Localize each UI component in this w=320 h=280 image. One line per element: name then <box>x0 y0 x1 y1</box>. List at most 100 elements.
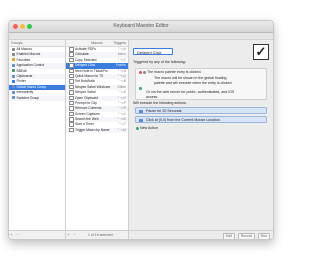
add-group-button[interactable]: + <box>9 231 14 239</box>
add-macro-button[interactable]: + <box>66 231 71 239</box>
group-label: Global Macro Group <box>16 84 47 89</box>
group-label: Switcher Group <box>16 95 40 100</box>
trigger-gear-icon[interactable] <box>143 70 146 74</box>
macro-label: New Note in TkaskPro <box>75 68 108 73</box>
add-trigger-icon[interactable] <box>139 86 142 90</box>
triggered-by-label: Triggered by any of the following: <box>133 60 186 64</box>
macro-label: Copy Selected <box>75 57 97 62</box>
macros-pane: Macros Triggers Activate PDFs ⌃⌥A Calculat… <box>66 40 129 239</box>
new-action-icon <box>136 126 139 130</box>
palette-trigger: The macro palette entry is clicked. The … <box>135 68 267 100</box>
toolbar <box>9 33 273 40</box>
group-label: Finder <box>16 79 26 84</box>
groups-list: All Macros Enabled Macros Favorites Applica… <box>9 47 65 101</box>
new-action-row[interactable]: New Action <box>136 126 269 131</box>
remove-macro-button[interactable]: − <box>72 231 77 239</box>
folder-icon <box>12 85 15 89</box>
group-label: Favorites <box>16 57 31 62</box>
macro-label: Nespex Safari <box>75 90 96 95</box>
folder-icon <box>12 58 15 62</box>
macro-label: Trigger Macro by Name <box>75 127 110 132</box>
macro-enable-checkbox[interactable]: ✓ <box>253 44 269 60</box>
trigger-detail-2: palette and will execute when the entry … <box>154 80 233 85</box>
group-label: Application Control <box>16 63 45 68</box>
folder-icon <box>12 53 15 57</box>
editor-window: Keyboard Maestro Editor Groups All Macro… <box>8 20 274 240</box>
click-action-icon <box>139 118 143 122</box>
folder-icon <box>12 63 15 67</box>
macro-enabled-checkbox[interactable] <box>69 117 74 122</box>
group-label: BBEdit <box>16 68 27 73</box>
trigger-summary: The macro palette entry is clicked. <box>139 70 262 75</box>
folder-icon <box>12 47 15 51</box>
trigger-line: The macro palette entry is clicked. <box>146 70 202 74</box>
group-label: Enabled Macros <box>16 52 41 57</box>
editor-footer: Edit Record Run <box>129 230 273 239</box>
macro-name-field[interactable]: Delayed Click <box>133 48 173 55</box>
macro-label: Set Bold/Italic <box>75 79 96 84</box>
macro-enabled-checkbox[interactable] <box>69 90 74 95</box>
run-button[interactable]: Run <box>257 232 270 239</box>
macro-label: Delayed Click <box>75 63 96 68</box>
sidebar-item-group[interactable]: Switcher Group <box>9 95 65 101</box>
web-access-line-2: access. <box>146 94 159 99</box>
action-pause[interactable]: Pause for 20 Seconds <box>135 107 267 114</box>
macro-enabled-checkbox[interactable] <box>69 106 74 111</box>
macro-enabled-checkbox[interactable] <box>69 84 74 90</box>
macro-enabled-checkbox[interactable] <box>69 95 74 101</box>
macro-label: Activate PDFs <box>75 47 96 52</box>
macro-label: Open Clipboard <box>75 95 99 100</box>
will-execute-label: Will execute the following actions: <box>133 101 187 105</box>
macro-enabled-checkbox[interactable] <box>69 79 74 84</box>
macro-enabled-checkbox[interactable] <box>69 63 74 68</box>
macro-enabled-checkbox[interactable] <box>69 100 74 106</box>
macro-label: Prompt for Clip <box>75 101 97 106</box>
macro-label: Nespex Safari Windows <box>75 84 110 89</box>
groups-pane: Groups All Macros Enabled Macros Favorites… <box>9 40 66 239</box>
macro-enabled-checkbox[interactable] <box>69 57 74 63</box>
group-label: Interactivity <box>16 90 34 95</box>
macro-name-row: Delayed Click <box>133 48 251 58</box>
title-bar: Keyboard Maestro Editor <box>9 21 273 33</box>
folder-icon <box>12 96 15 100</box>
groups-footer: + − <box>9 230 65 239</box>
triggers-header-label: Triggers <box>113 41 126 45</box>
action-label: Pause for 20 Seconds <box>146 109 182 113</box>
macro-label: Start a Timer <box>75 122 94 127</box>
macros-list: Activate PDFs ⌃⌥A Calculate Menu Copy Select… <box>66 47 128 134</box>
macro-enabled-checkbox[interactable] <box>69 111 74 117</box>
macros-footer: + − 1 of 16 selected <box>66 230 128 239</box>
remove-trigger-icon[interactable] <box>139 70 142 74</box>
edit-button[interactable]: Edit <box>222 232 235 239</box>
macro-trigger: ⌃⌥M <box>116 127 126 132</box>
macro-enabled-checkbox[interactable] <box>69 127 74 133</box>
group-label: All Macros <box>16 47 32 51</box>
macro-enabled-checkbox[interactable] <box>69 68 74 74</box>
folder-icon <box>12 90 15 94</box>
macro-enabled-checkbox[interactable] <box>69 47 74 52</box>
folder-icon <box>12 74 15 78</box>
macro-label: Screen Captures <box>75 111 100 116</box>
window-title: Keyboard Maestro Editor <box>113 23 169 29</box>
macro-selection-count: 1 of 16 selected <box>88 233 113 237</box>
remove-group-button[interactable]: − <box>15 231 20 239</box>
groups-header: Groups <box>9 40 65 47</box>
pause-action-icon <box>139 109 143 113</box>
macro-label: Quick Macro for TS <box>75 74 104 79</box>
folder-icon <box>12 69 15 73</box>
macro-label: Calculate <box>75 52 89 57</box>
new-action-label: New Action <box>140 126 158 130</box>
macro-label: Remove Contents <box>75 106 102 111</box>
macros-header: Macros Triggers <box>66 40 128 47</box>
macro-list-item[interactable]: Trigger Macro by Name ⌃⌥M <box>66 127 128 134</box>
action-label: Click at (0,0) from the Current Mouse Lo… <box>146 118 220 122</box>
macro-enabled-checkbox[interactable] <box>69 52 74 57</box>
folder-icon <box>12 79 15 83</box>
action-click[interactable]: Click at (0,0) from the Current Mouse Lo… <box>135 116 267 123</box>
macro-enabled-checkbox[interactable] <box>69 122 74 127</box>
record-button[interactable]: Record <box>237 232 255 239</box>
macro-editor-pane: Delayed Click ✓ Triggered by any of the … <box>129 40 273 239</box>
macro-label: Search the Web <box>75 117 99 122</box>
group-label: Clipboards <box>16 73 33 78</box>
macro-enabled-checkbox[interactable] <box>69 73 74 79</box>
